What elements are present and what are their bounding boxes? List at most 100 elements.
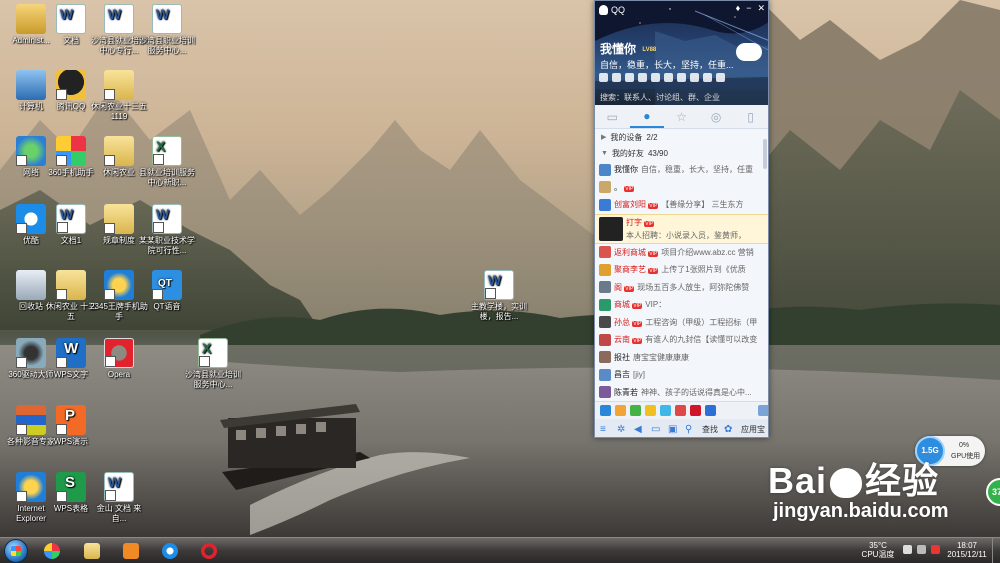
show-hidden-icons-arrow[interactable]	[903, 545, 912, 554]
volume-muted-icon[interactable]	[931, 545, 940, 554]
friend-row[interactable]: 打字 VIP 本人招聘：小说录入员，鉴黄师，	[595, 213, 768, 244]
desktop-icon[interactable]: 县就业培训服务中心新职...	[138, 136, 196, 188]
close-icon[interactable]: ✕	[757, 3, 765, 14]
start-button[interactable]	[4, 539, 28, 563]
taskbar-app-explorer[interactable]	[75, 540, 109, 562]
friend-name: 阁	[614, 282, 622, 292]
desktop-icon[interactable]: Opera	[90, 338, 148, 380]
mascot-plugin-icon[interactable]	[615, 405, 626, 416]
wallet-icon[interactable]	[612, 73, 621, 82]
tab-contacts[interactable]: ●	[629, 105, 665, 128]
cpu-temp[interactable]: 35°C CPU温度	[858, 541, 898, 559]
friend-avatar	[599, 198, 611, 211]
desktop-icon[interactable]: 沙湾县就业培训服务中心...	[184, 338, 242, 390]
qq-signature[interactable]: 自信，稳重，长大，坚持，任重...	[600, 58, 734, 71]
desktop-icon[interactable]: 沙湾县职业培训服务中心...	[138, 4, 196, 56]
desktop-icon[interactable]: QT语音	[138, 270, 196, 312]
money-plugin-icon[interactable]	[630, 405, 641, 416]
app-store-icon[interactable]: ✿	[724, 424, 735, 435]
opera-icon	[104, 338, 134, 368]
shield-plugin-icon[interactable]	[705, 405, 716, 416]
friend-row[interactable]: 阁 VIP 现场五百多人放生，阿弥陀佛赞	[595, 279, 768, 297]
desktop-icon[interactable]: 主教学楼，实训楼，报告...	[470, 270, 528, 322]
friend-name: 昌吉	[614, 370, 630, 380]
shop-icon[interactable]	[690, 73, 699, 82]
app-store-button[interactable]: 应用宝	[741, 424, 765, 435]
taskbar: 35°C CPU温度 18:07 2015/12/11	[0, 537, 1000, 563]
taskbar-app-youku[interactable]	[153, 540, 187, 562]
friend-row[interactable]: 聚商李艺 VIP 上传了1张照片到《优质	[595, 261, 768, 279]
minimize-icon[interactable]: −	[746, 3, 751, 14]
group-my-devices[interactable]: ▶ 我的设备 2/2	[595, 129, 768, 145]
vip-badge-icon: VIP	[632, 338, 643, 345]
friend-row[interactable]: 商城 VIP VIP：	[595, 296, 768, 314]
mail-icon[interactable]	[625, 73, 634, 82]
desktop-icon-label: QT语音	[153, 302, 181, 311]
taskbar-app-opera[interactable]	[192, 540, 226, 562]
desktop-icon[interactable]: 某某职业技术学院可行性...	[138, 204, 196, 256]
friend-signature: 神神、孩子的话说得真是心中...	[641, 387, 752, 397]
wps-presentation-icon	[56, 405, 86, 435]
desktop-icon[interactable]: WPS演示	[42, 405, 100, 447]
jd-plugin-icon[interactable]	[690, 405, 701, 416]
desktop-icon[interactable]: 休闲农业十三五1119	[90, 70, 148, 122]
find-button[interactable]: 查找	[702, 424, 718, 435]
chart-plugin-icon[interactable]	[675, 405, 686, 416]
qq-nickname[interactable]: 我懂你 LV88	[600, 40, 656, 57]
friend-row[interactable]: 报社 唐宝宝健康康康	[595, 349, 768, 367]
desktop-icon-label: 沙湾县就业培训服务中心...	[185, 370, 241, 389]
friend-row[interactable]: 云南 VIP 有谁人的九封信【读懂可以改变	[595, 331, 768, 349]
contact-search-input[interactable]: 搜索：联系人、讨论组、群、企业	[595, 89, 768, 105]
phone-icon: ▯	[747, 109, 754, 124]
friend-row[interactable]: 。 VIP	[595, 179, 768, 197]
taskbar-app-360[interactable]	[35, 540, 69, 562]
star-plugin-icon[interactable]	[645, 405, 656, 416]
clock[interactable]: 18:07 2015/12/11	[942, 541, 992, 559]
more-apps-icon[interactable]	[716, 73, 725, 82]
file-folder-icon[interactable]: ▭	[651, 424, 662, 435]
desktop-icon[interactable]: 金山 文档 来自...	[90, 472, 148, 524]
friend-row[interactable]: 我懂你 自信，稳重，长大，坚持，任重	[595, 161, 768, 179]
music-icon[interactable]	[664, 73, 673, 82]
app-grid-icon[interactable]	[758, 405, 768, 416]
sound-icon[interactable]: ◀	[634, 424, 645, 435]
skin-icon[interactable]: ♦	[736, 3, 741, 14]
qzone-icon[interactable]	[599, 73, 608, 82]
friend-name: 。	[614, 182, 622, 192]
weather-cloud-icon[interactable]	[736, 43, 762, 61]
vip-badge-icon: VIP	[624, 285, 635, 292]
folder-icon	[104, 70, 134, 100]
find-search-icon[interactable]: ⚲	[685, 424, 696, 435]
qq-window-controls: ♦ − ✕	[736, 3, 765, 14]
weibo-icon[interactable]	[638, 73, 647, 82]
qzone-plugin-icon[interactable]	[600, 405, 611, 416]
video-icon[interactable]	[677, 73, 686, 82]
message-manager-icon[interactable]: ▣	[668, 424, 679, 435]
tab-devices[interactable]: ▯	[733, 105, 768, 128]
shirt-icon[interactable]	[703, 73, 712, 82]
friend-row[interactable]: 昌吉 [jiy]	[595, 366, 768, 384]
qq-main-panel[interactable]: QQ ♦ − ✕ 我懂你 LV88 自信，稳重，长大，坚持，任重... 搜索：联…	[594, 0, 769, 438]
qq-titlebar: QQ	[599, 5, 625, 15]
friend-row[interactable]: 陈青若 神神、孩子的话说得真是心中...	[595, 384, 768, 402]
level-badge[interactable]: LV88	[642, 47, 656, 53]
folder-icon	[56, 270, 86, 300]
friend-list-scrollbar[interactable]	[763, 139, 767, 169]
taskbar-app-media[interactable]	[114, 540, 148, 562]
friend-row[interactable]: 孙总 VIP 工程咨询（甲级）工程招标（甲	[595, 314, 768, 332]
tab-groups[interactable]: ◎	[699, 105, 734, 128]
tab-messages[interactable]: ▭	[595, 105, 630, 128]
network-icon[interactable]	[917, 545, 926, 554]
group-my-friends[interactable]: ▼ 我的好友 43/90	[595, 145, 768, 161]
game-icon[interactable]	[651, 73, 660, 82]
qq-header: QQ ♦ − ✕ 我懂你 LV88 自信，稳重，长大，坚持，任重... 搜索：联…	[595, 1, 768, 105]
show-desktop-button[interactable]	[992, 538, 1000, 563]
friend-name: 云南	[614, 335, 630, 345]
tab-favorites[interactable]: ☆	[664, 105, 699, 128]
settings-gear-icon[interactable]: ✲	[617, 424, 628, 435]
group-count: 2/2	[646, 132, 658, 142]
play-plugin-icon[interactable]	[660, 405, 671, 416]
main-menu-icon[interactable]: ≡	[600, 424, 611, 435]
friend-row[interactable]: 返利商城 VIP 项目介绍www.abz.cc 营销	[595, 244, 768, 262]
friend-row[interactable]: 创富刘阳 VIP 【善缘分享】 三生东方	[595, 196, 768, 214]
